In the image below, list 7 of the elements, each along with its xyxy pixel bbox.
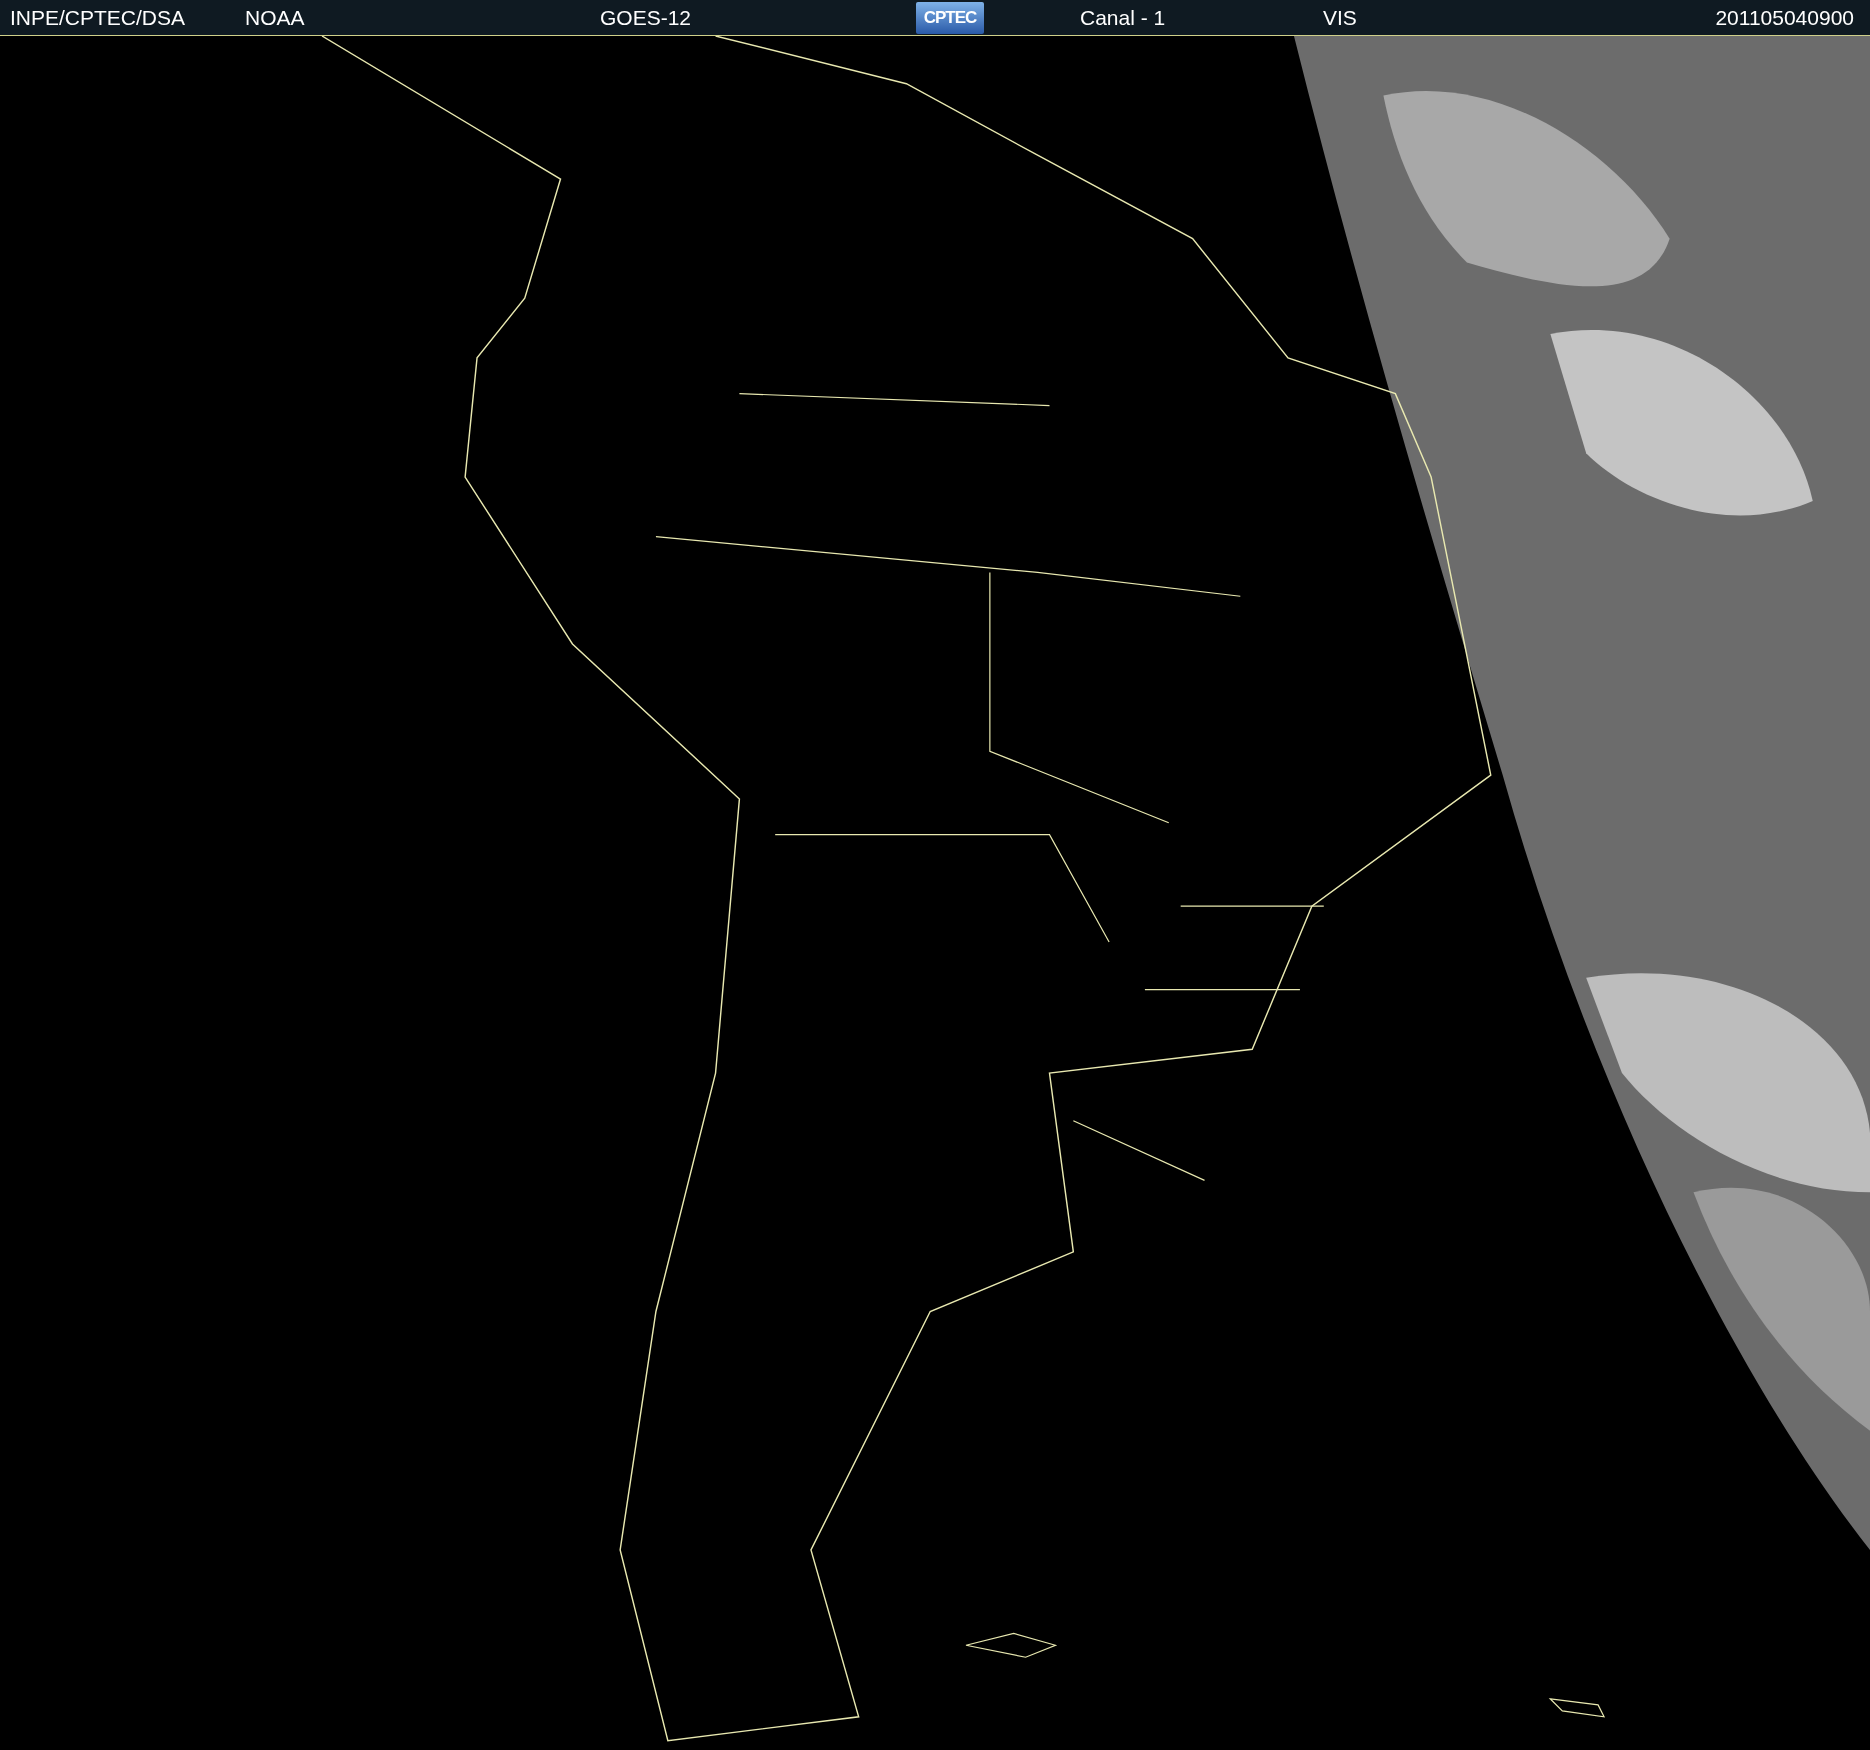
header-text: 201105040900 (1715, 5, 1855, 30)
header-text: INPE/CPTEC/DSA (10, 5, 186, 30)
logo: CPTEC (916, 1, 984, 34)
header-text: NOAA (245, 5, 305, 30)
header-text: VIS (1323, 5, 1357, 30)
header-text: GOES-12 (600, 5, 692, 30)
header-text: Canal - 1 (1080, 5, 1166, 30)
